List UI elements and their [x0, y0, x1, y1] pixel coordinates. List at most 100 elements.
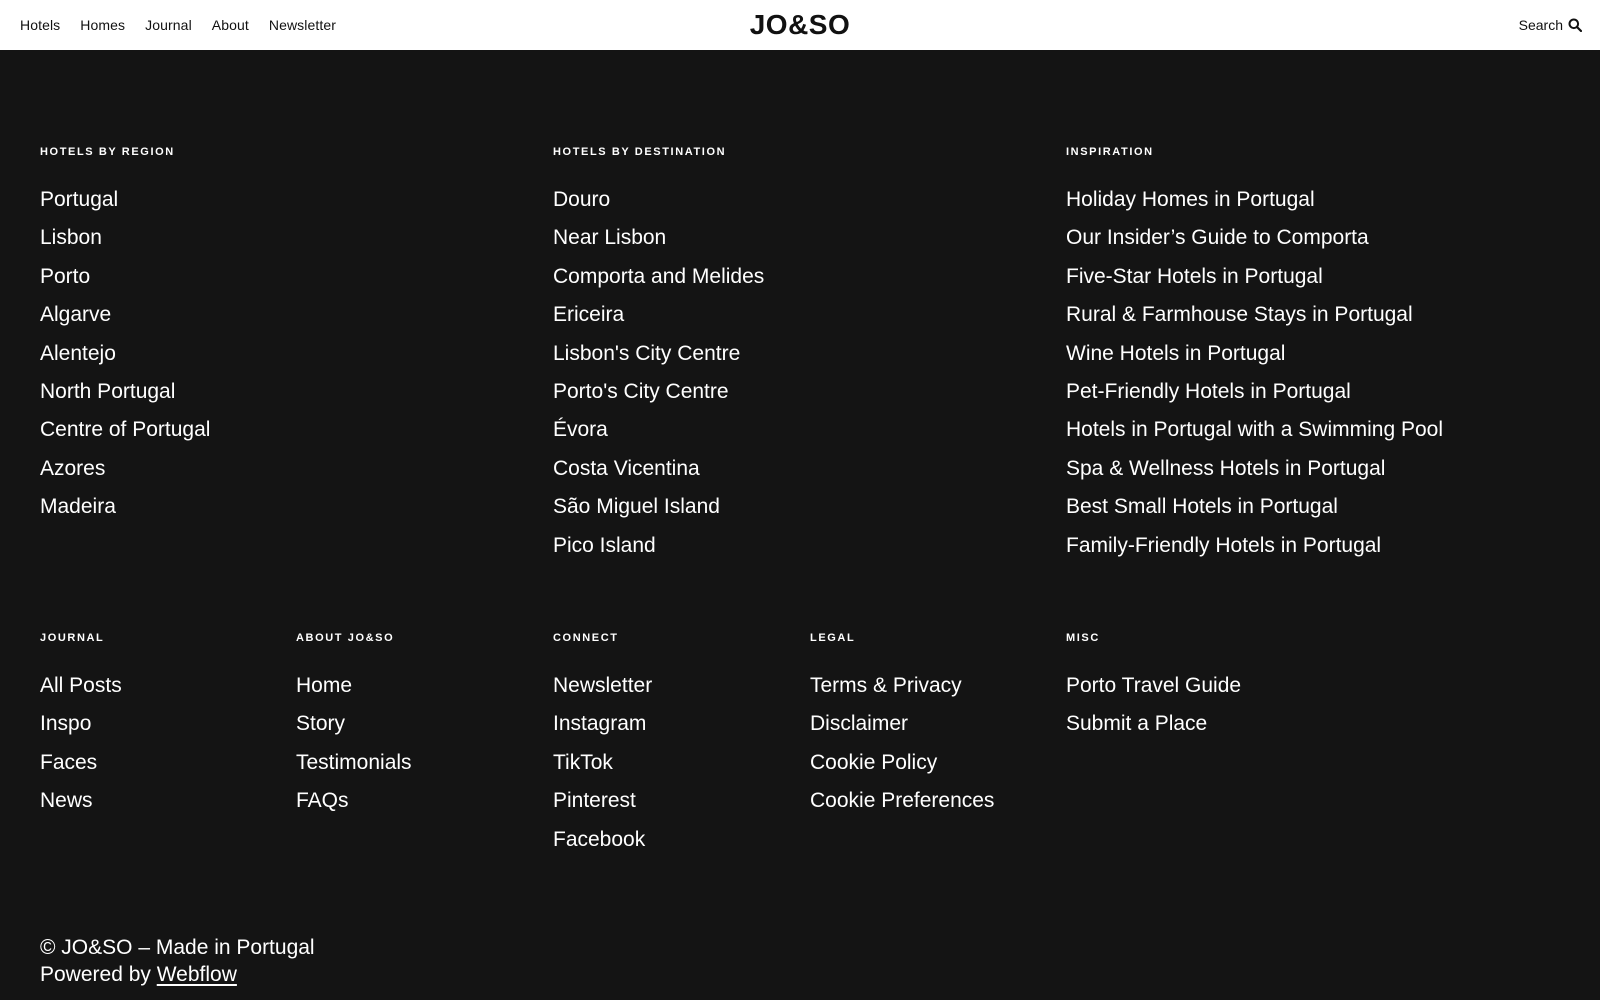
footer-link-faces[interactable]: Faces: [40, 751, 97, 774]
section-heading: ABOUT JO&SO: [296, 632, 395, 644]
powered-by-line: Powered by Webflow: [40, 961, 315, 988]
footer-section-hotels-by-destination: HOTELS BY DESTINATION Douro Near Lisbon …: [553, 145, 764, 565]
footer-link-cookie-policy[interactable]: Cookie Policy: [810, 751, 937, 774]
list-item: Inspo: [40, 705, 122, 743]
list-item: Story: [296, 705, 412, 743]
footer-link-all-posts[interactable]: All Posts: [40, 674, 122, 697]
footer-link-facebook[interactable]: Facebook: [553, 828, 645, 851]
link-list: Home Story Testimonials FAQs: [296, 667, 412, 821]
footer-section-misc: MISC Porto Travel Guide Submit a Place: [1066, 631, 1241, 744]
list-item: TikTok: [553, 744, 652, 782]
footer-link-porto-travel-guide[interactable]: Porto Travel Guide: [1066, 674, 1241, 697]
footer-link-family-friendly[interactable]: Family-Friendly Hotels in Portugal: [1066, 534, 1381, 557]
footer-link-ericeira[interactable]: Ericeira: [553, 303, 624, 326]
footer-link-tiktok[interactable]: TikTok: [553, 751, 613, 774]
footer-link-pico-island[interactable]: Pico Island: [553, 534, 656, 557]
footer-link-holiday-homes[interactable]: Holiday Homes in Portugal: [1066, 188, 1315, 211]
footer-link-five-star-hotels[interactable]: Five-Star Hotels in Portugal: [1066, 265, 1323, 288]
link-list: Terms & Privacy Disclaimer Cookie Policy…: [810, 667, 994, 821]
list-item: Douro: [553, 181, 764, 219]
list-item: Cookie Preferences: [810, 782, 994, 820]
footer-link-story[interactable]: Story: [296, 712, 345, 735]
footer-link-near-lisbon[interactable]: Near Lisbon: [553, 226, 666, 249]
footer-link-porto-city-centre[interactable]: Porto's City Centre: [553, 380, 729, 403]
link-list: Douro Near Lisbon Comporta and Melides E…: [553, 181, 764, 565]
list-item: Porto Travel Guide: [1066, 667, 1241, 705]
footer-link-home[interactable]: Home: [296, 674, 352, 697]
nav-link-homes[interactable]: Homes: [80, 17, 125, 33]
list-item: News: [40, 782, 122, 820]
list-item: Pet-Friendly Hotels in Portugal: [1066, 373, 1443, 411]
section-heading: HOTELS BY REGION: [40, 146, 175, 158]
footer-link-pinterest[interactable]: Pinterest: [553, 789, 636, 812]
list-item: Our Insider’s Guide to Comporta: [1066, 219, 1443, 257]
section-heading: MISC: [1066, 632, 1100, 644]
footer-section-inspiration: INSPIRATION Holiday Homes in Portugal Ou…: [1066, 145, 1443, 565]
footer-link-lisbon[interactable]: Lisbon: [40, 226, 102, 249]
link-list: Porto Travel Guide Submit a Place: [1066, 667, 1241, 744]
footer-link-evora[interactable]: Évora: [553, 418, 608, 441]
footer-link-pet-friendly[interactable]: Pet-Friendly Hotels in Portugal: [1066, 380, 1351, 403]
footer-link-lisbon-city-centre[interactable]: Lisbon's City Centre: [553, 342, 740, 365]
nav-link-journal[interactable]: Journal: [145, 17, 192, 33]
list-item: Cookie Policy: [810, 744, 994, 782]
footer-link-comporta-guide[interactable]: Our Insider’s Guide to Comporta: [1066, 226, 1369, 249]
list-item: Terms & Privacy: [810, 667, 994, 705]
footer-link-azores[interactable]: Azores: [40, 457, 105, 480]
footer-link-madeira[interactable]: Madeira: [40, 495, 116, 518]
site-logo[interactable]: JO&SO: [750, 9, 851, 41]
footer-link-instagram[interactable]: Instagram: [553, 712, 646, 735]
list-item: Lisbon's City Centre: [553, 335, 764, 373]
footer-link-comporta-and-melides[interactable]: Comporta and Melides: [553, 265, 764, 288]
footer-link-rural-farmhouse[interactable]: Rural & Farmhouse Stays in Portugal: [1066, 303, 1413, 326]
footer-link-portugal[interactable]: Portugal: [40, 188, 118, 211]
footer-link-wine-hotels[interactable]: Wine Hotels in Portugal: [1066, 342, 1285, 365]
nav-link-newsletter[interactable]: Newsletter: [269, 17, 336, 33]
list-item: Madeira: [40, 488, 210, 526]
footer-link-disclaimer[interactable]: Disclaimer: [810, 712, 908, 735]
list-item: Ericeira: [553, 296, 764, 334]
nav-link-about[interactable]: About: [212, 17, 249, 33]
link-list: All Posts Inspo Faces News: [40, 667, 122, 821]
search-label: Search: [1518, 17, 1563, 33]
footer-link-terms-privacy[interactable]: Terms & Privacy: [810, 674, 962, 697]
list-item: Newsletter: [553, 667, 652, 705]
footer-link-small-hotels[interactable]: Best Small Hotels in Portugal: [1066, 495, 1338, 518]
footer-link-centre-of-portugal[interactable]: Centre of Portugal: [40, 418, 210, 441]
list-item: Spa & Wellness Hotels in Portugal: [1066, 450, 1443, 488]
footer-section-connect: CONNECT Newsletter Instagram TikTok Pint…: [553, 631, 652, 859]
footer-link-news[interactable]: News: [40, 789, 93, 812]
list-item: Five-Star Hotels in Portugal: [1066, 258, 1443, 296]
footer-link-porto[interactable]: Porto: [40, 265, 90, 288]
footer-link-spa-wellness[interactable]: Spa & Wellness Hotels in Portugal: [1066, 457, 1385, 480]
site-footer: HOTELS BY REGION Portugal Lisbon Porto A…: [0, 50, 1600, 1000]
footer-link-alentejo[interactable]: Alentejo: [40, 342, 116, 365]
footer-link-inspo[interactable]: Inspo: [40, 712, 91, 735]
footer-link-newsletter[interactable]: Newsletter: [553, 674, 652, 697]
list-item: Pico Island: [553, 527, 764, 565]
footer-link-submit-a-place[interactable]: Submit a Place: [1066, 712, 1207, 735]
footer-link-faqs[interactable]: FAQs: [296, 789, 349, 812]
footer-link-cookie-preferences[interactable]: Cookie Preferences: [810, 789, 994, 812]
footer-link-costa-vicentina[interactable]: Costa Vicentina: [553, 457, 700, 480]
footer-link-douro[interactable]: Douro: [553, 188, 610, 211]
nav-link-hotels[interactable]: Hotels: [20, 17, 60, 33]
footer-link-testimonials[interactable]: Testimonials: [296, 751, 412, 774]
section-heading: LEGAL: [810, 632, 856, 644]
list-item: Submit a Place: [1066, 705, 1241, 743]
footer-link-north-portugal[interactable]: North Portugal: [40, 380, 175, 403]
powered-by-prefix: Powered by: [40, 963, 157, 986]
footer-link-sao-miguel-island[interactable]: São Miguel Island: [553, 495, 720, 518]
list-item: Lisbon: [40, 219, 210, 257]
footer-link-algarve[interactable]: Algarve: [40, 303, 111, 326]
list-item: Best Small Hotels in Portugal: [1066, 488, 1443, 526]
search-icon: [1568, 18, 1582, 32]
webflow-link[interactable]: Webflow: [157, 963, 237, 986]
footer-link-swimming-pool[interactable]: Hotels in Portugal with a Swimming Pool: [1066, 418, 1443, 441]
list-item: Testimonials: [296, 744, 412, 782]
list-item: Hotels in Portugal with a Swimming Pool: [1066, 411, 1443, 449]
footer-section-hotels-by-region: HOTELS BY REGION Portugal Lisbon Porto A…: [40, 145, 210, 527]
list-item: Faces: [40, 744, 122, 782]
list-item: Alentejo: [40, 335, 210, 373]
search-button[interactable]: Search: [1519, 0, 1582, 50]
